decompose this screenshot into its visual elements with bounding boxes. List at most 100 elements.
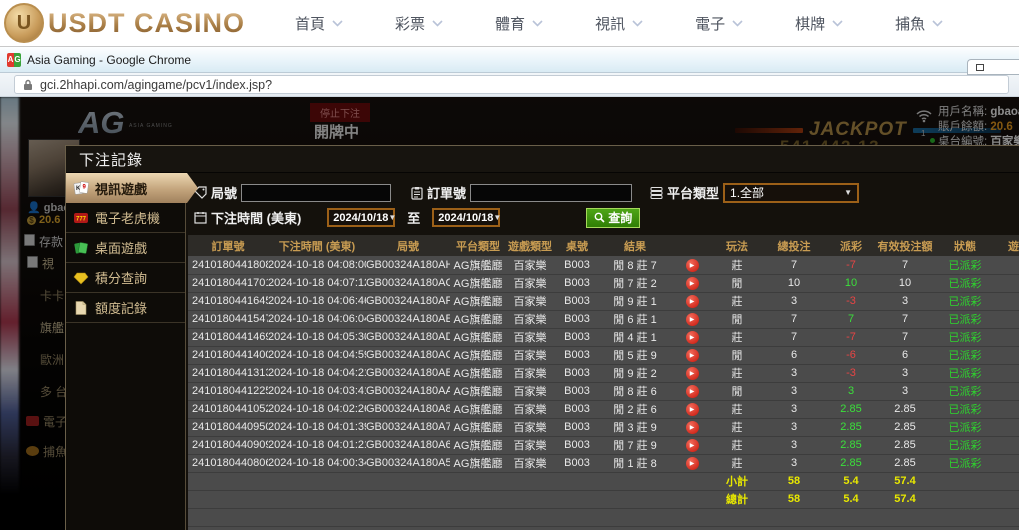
- modal-sidebar: K9 視訊遊戲 777 電子老虎機 桌面遊戲 積分查詢: [66, 173, 186, 530]
- table-row: 2410180440950802024-10-18 04:01:39GB0032…: [188, 418, 1019, 436]
- diamond-icon: [73, 270, 89, 286]
- table-row: 2410180441225052024-10-18 04:03:41GB0032…: [188, 382, 1019, 400]
- url-bar[interactable]: gci.2hhapi.com/agingame/pcv1/index.jsp?: [14, 75, 1009, 94]
- page-content: AG ASIA GAMING 停止下注 開牌中 JACKPOT 541,442.…: [0, 97, 1019, 530]
- clipboard-icon: [411, 186, 423, 200]
- replay-video-icon[interactable]: ▶: [686, 457, 699, 470]
- subtotal-label: 小計: [714, 472, 760, 490]
- dropdown-arrow-icon: ▼: [388, 213, 396, 222]
- platform-list-icon: [650, 186, 663, 199]
- sidebar-item-table-games[interactable]: 桌面遊戲: [66, 233, 185, 263]
- chrome-titlebar[interactable]: AG Asia Gaming - Google Chrome: [0, 47, 1019, 73]
- empty-row: [188, 508, 1019, 526]
- url-text: gci.2hhapi.com/agingame/pcv1/index.jsp?: [40, 78, 272, 92]
- order-input[interactable]: [470, 184, 632, 202]
- filter-form: 局號 訂單號 平台類型: [186, 173, 1019, 235]
- svg-text:777: 777: [76, 216, 87, 222]
- sidebar-item-live-games[interactable]: K9 視訊遊戲: [66, 173, 198, 203]
- subtotal-payout: 5.4: [828, 472, 874, 490]
- nav-item-home[interactable]: 首頁: [295, 13, 343, 34]
- grand-total-row: 總計 58 5.4 57.4: [188, 490, 1019, 508]
- replay-video-icon[interactable]: ▶: [686, 277, 699, 290]
- round-label: 局號: [211, 183, 237, 202]
- bet-table-body: 2410180441808112024-10-18 04:08:00GB0032…: [188, 256, 1019, 472]
- grand-total-valid-bet: 57.4: [874, 490, 936, 508]
- subtotal-row: 小計 58 5.4 57.4: [188, 472, 1019, 490]
- replay-video-icon[interactable]: ▶: [686, 313, 699, 326]
- table-row: 2410180441469502024-10-18 04:05:30GB0032…: [188, 328, 1019, 346]
- nav-item-fishing[interactable]: 捕魚: [895, 13, 943, 34]
- modal-main: 局號 訂單號 平台類型: [186, 173, 1019, 530]
- empty-row: [188, 526, 1019, 530]
- brand-logo[interactable]: U USDT CASINO: [0, 3, 245, 43]
- table-row: 2410180441645492024-10-18 04:06:46GB0032…: [188, 292, 1019, 310]
- chevron-down-icon: [732, 20, 743, 27]
- bet-time-label: 下注時間 (美東): [211, 208, 301, 227]
- bet-record-modal: 下注記錄 K9 視訊遊戲 777 電子老虎機 桌面遊戲: [65, 145, 1019, 530]
- magnifier-icon: [594, 212, 605, 223]
- sidebar-item-quota-record[interactable]: 額度記錄: [66, 293, 185, 323]
- date-from-select[interactable]: 2024/10/18 ▼: [327, 208, 395, 227]
- table-row: 2410180440909982024-10-18 04:01:21GB0032…: [188, 436, 1019, 454]
- bet-table-container: 訂單號 下注時間 (美東) 局號 平台類型 遊戲類型 桌號 結果 玩法 總: [188, 235, 1019, 530]
- search-button[interactable]: 查詢: [586, 208, 640, 228]
- replay-video-icon[interactable]: ▶: [686, 385, 699, 398]
- table-row: 2410180441808112024-10-18 04:08:00GB0032…: [188, 256, 1019, 274]
- replay-video-icon[interactable]: ▶: [686, 349, 699, 362]
- grand-total-total-bet: 58: [760, 490, 828, 508]
- chevron-down-icon: [832, 20, 843, 27]
- sidebar-item-points-query[interactable]: 積分查詢: [66, 263, 185, 293]
- bet-table: 訂單號 下注時間 (美東) 局號 平台類型 遊戲類型 桌號 結果 玩法 總: [188, 235, 1019, 530]
- table-row: 2410180440806342024-10-18 04:00:34GB0032…: [188, 454, 1019, 472]
- replay-video-icon[interactable]: ▶: [686, 259, 699, 272]
- playing-cards-icon: K9: [73, 180, 89, 196]
- document-icon: [73, 300, 89, 316]
- grand-total-label: 總計: [714, 490, 760, 508]
- dropdown-arrow-icon: ▼: [844, 188, 852, 197]
- slot-machine-icon: 777: [73, 210, 89, 226]
- platform-label: 平台類型: [667, 183, 719, 202]
- nav-item-live[interactable]: 視訊: [595, 13, 643, 34]
- replay-video-icon[interactable]: ▶: [686, 403, 699, 416]
- screen: U USDT CASINO 首頁 彩票 體育 視訊 電子 棋牌 捕魚 AG As…: [0, 0, 1019, 530]
- nav-item-lottery[interactable]: 彩票: [395, 13, 443, 34]
- to-label: 至: [407, 208, 420, 227]
- subtotal-valid-bet: 57.4: [874, 472, 936, 490]
- chevron-down-icon: [332, 20, 343, 27]
- chevron-down-icon: [632, 20, 643, 27]
- chevron-down-icon: [932, 20, 943, 27]
- round-input[interactable]: [241, 184, 391, 202]
- platform-select[interactable]: 1.全部 ▼: [723, 183, 859, 203]
- brand-name: USDT CASINO: [48, 8, 245, 39]
- modal-title: 下注記錄: [66, 146, 1019, 173]
- replay-video-icon[interactable]: ▶: [686, 439, 699, 452]
- nav-item-cards[interactable]: 棋牌: [795, 13, 843, 34]
- date-to-select[interactable]: 2024/10/18 ▼: [432, 208, 500, 227]
- grand-total-payout: 5.4: [828, 490, 874, 508]
- replay-video-icon[interactable]: ▶: [686, 367, 699, 380]
- subtotal-total-bet: 58: [760, 472, 828, 490]
- maximize-button[interactable]: [967, 59, 1019, 75]
- platform-selected-value: 1.全部: [730, 184, 764, 201]
- replay-video-icon[interactable]: ▶: [686, 331, 699, 344]
- window-title: Asia Gaming - Google Chrome: [27, 53, 191, 67]
- table-row: 2410180441547542024-10-18 04:06:04GB0032…: [188, 310, 1019, 328]
- order-label: 訂單號: [427, 183, 466, 202]
- dropdown-arrow-icon: ▼: [493, 213, 501, 222]
- site-nav: 首頁 彩票 體育 視訊 電子 棋牌 捕魚: [295, 13, 943, 34]
- table-row: 2410180441052462024-10-18 04:02:26GB0032…: [188, 400, 1019, 418]
- chevron-down-icon: [532, 20, 543, 27]
- table-header-row: 訂單號 下注時間 (美東) 局號 平台類型 遊戲類型 桌號 結果 玩法 總: [188, 235, 1019, 256]
- replay-video-icon[interactable]: ▶: [686, 295, 699, 308]
- chrome-addressbar: gci.2hhapi.com/agingame/pcv1/index.jsp?: [0, 73, 1019, 97]
- nav-item-sports[interactable]: 體育: [495, 13, 543, 34]
- table-row: 2410180441701552024-10-18 04:07:12GB0032…: [188, 274, 1019, 292]
- table-row: 2410180441400872024-10-18 04:04:59GB0032…: [188, 346, 1019, 364]
- ag-favicon: AG: [7, 53, 21, 67]
- sidebar-item-slot-machines[interactable]: 777 電子老虎機: [66, 203, 185, 233]
- nav-item-slots[interactable]: 電子: [695, 13, 743, 34]
- replay-video-icon[interactable]: ▶: [686, 421, 699, 434]
- maximize-icon: [976, 64, 984, 71]
- lock-icon: [23, 79, 33, 91]
- chevron-down-icon: [432, 20, 443, 27]
